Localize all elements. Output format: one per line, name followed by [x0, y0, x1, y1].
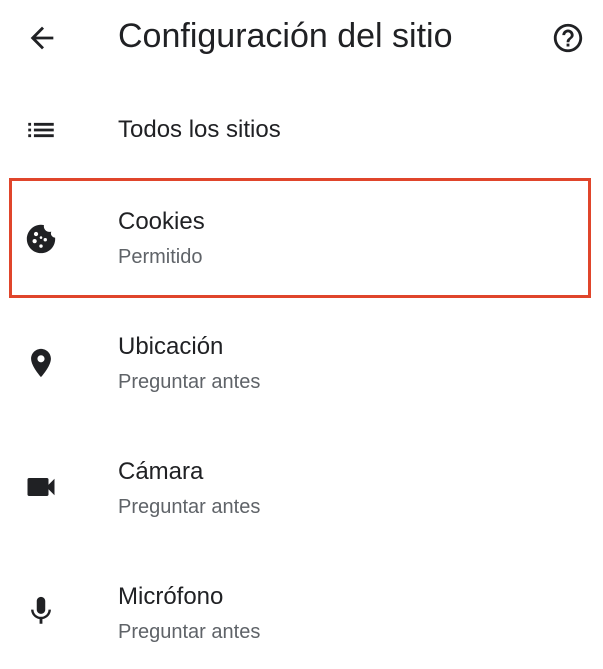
highlight-box — [9, 178, 591, 298]
list-item-camera[interactable]: Cámara Preguntar antes — [0, 446, 603, 536]
list-item-microphone[interactable]: Micrófono Preguntar antes — [0, 570, 603, 660]
list-item-label: Micrófono — [118, 583, 224, 610]
list-item-label: Todos los sitios — [118, 116, 281, 143]
list-item-status: Preguntar antes — [118, 496, 261, 518]
location-pin-icon — [22, 344, 60, 382]
list-item-status: Permitido — [118, 246, 203, 268]
mic-icon — [22, 592, 60, 630]
list-item-location[interactable]: Ubicación Preguntar antes — [0, 320, 603, 410]
videocam-icon — [22, 468, 60, 506]
list-item-label: Cookies — [118, 208, 205, 235]
list-item-label: Ubicación — [118, 333, 224, 360]
site-settings-list: Todos los sitios Cookies Permitido Ubica… — [0, 0, 603, 669]
list-item-cookies[interactable]: Cookies Permitido — [0, 178, 603, 298]
list-item-status: Preguntar antes — [118, 371, 261, 393]
list-icon — [22, 111, 60, 149]
list-item-status: Preguntar antes — [118, 621, 261, 643]
list-item-label: Cámara — [118, 458, 204, 485]
cookie-icon — [22, 220, 60, 258]
list-item-all-sites[interactable]: Todos los sitios — [0, 106, 603, 154]
